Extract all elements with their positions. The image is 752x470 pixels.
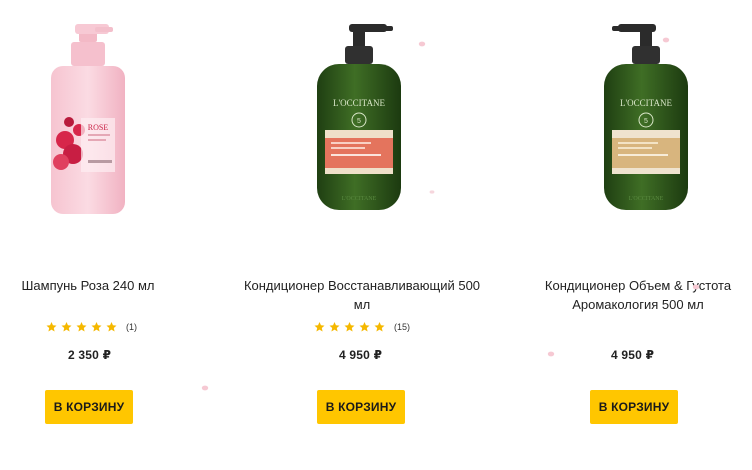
product-rating: (15)	[313, 321, 410, 333]
svg-text:ROSE: ROSE	[88, 123, 109, 132]
product-grid: ROSE Шампунь Роза 240 мл (1) 2 350 ₽ В К…	[0, 0, 752, 470]
petal-icon	[201, 384, 209, 392]
product-card: ROSE Шампунь Роза 240 мл (1) 2 350 ₽ В К…	[0, 0, 250, 470]
product-card: L'OCCITANE 5 L'OCCITANE Кондиционер Объе…	[508, 0, 752, 470]
product-name[interactable]: Кондиционер Восстанавливающий 500 мл	[237, 276, 487, 314]
product-name[interactable]: Кондиционер Объем & Густота Аромакология…	[513, 276, 752, 314]
product-price: 4 950 ₽	[611, 348, 655, 362]
star-icon	[343, 321, 356, 333]
product-image-repair-conditioner[interactable]: L'OCCITANE 5 L'OCCITANE	[305, 22, 415, 222]
product-card: L'OCCITANE 5 L'OCCITANE Кондиционер Восс…	[237, 0, 487, 470]
product-name[interactable]: Шампунь Роза 240 мл	[0, 276, 213, 295]
petal-icon	[428, 188, 436, 196]
review-count[interactable]: (1)	[126, 322, 137, 332]
star-icon	[45, 321, 58, 333]
petal-icon	[418, 40, 426, 48]
star-icon	[358, 321, 371, 333]
star-icon	[60, 321, 73, 333]
svg-text:5: 5	[644, 118, 648, 125]
star-icon	[328, 321, 341, 333]
product-price: 2 350 ₽	[68, 348, 112, 362]
product-image-volume-conditioner[interactable]: L'OCCITANE 5 L'OCCITANE	[592, 22, 702, 222]
petal-icon	[692, 283, 700, 291]
svg-text:5: 5	[357, 118, 361, 125]
add-to-cart-button[interactable]: В КОРЗИНУ	[45, 390, 133, 424]
add-to-cart-button[interactable]: В КОРЗИНУ	[317, 390, 405, 424]
svg-text:L'OCCITANE: L'OCCITANE	[629, 196, 664, 202]
product-price: 4 950 ₽	[339, 348, 383, 362]
product-image-rose-shampoo[interactable]: ROSE	[33, 22, 143, 222]
review-count[interactable]: (15)	[394, 322, 410, 332]
svg-text:L'OCCITANE: L'OCCITANE	[333, 98, 385, 108]
add-to-cart-button[interactable]: В КОРЗИНУ	[590, 390, 678, 424]
star-icon	[75, 321, 88, 333]
star-icon	[90, 321, 103, 333]
star-icon	[105, 321, 118, 333]
petal-icon	[547, 350, 555, 358]
product-rating: (1)	[45, 321, 137, 333]
star-icon	[313, 321, 326, 333]
svg-text:L'OCCITANE: L'OCCITANE	[342, 196, 377, 202]
svg-text:L'OCCITANE: L'OCCITANE	[620, 98, 672, 108]
star-icon	[373, 321, 386, 333]
petal-icon	[662, 36, 670, 44]
